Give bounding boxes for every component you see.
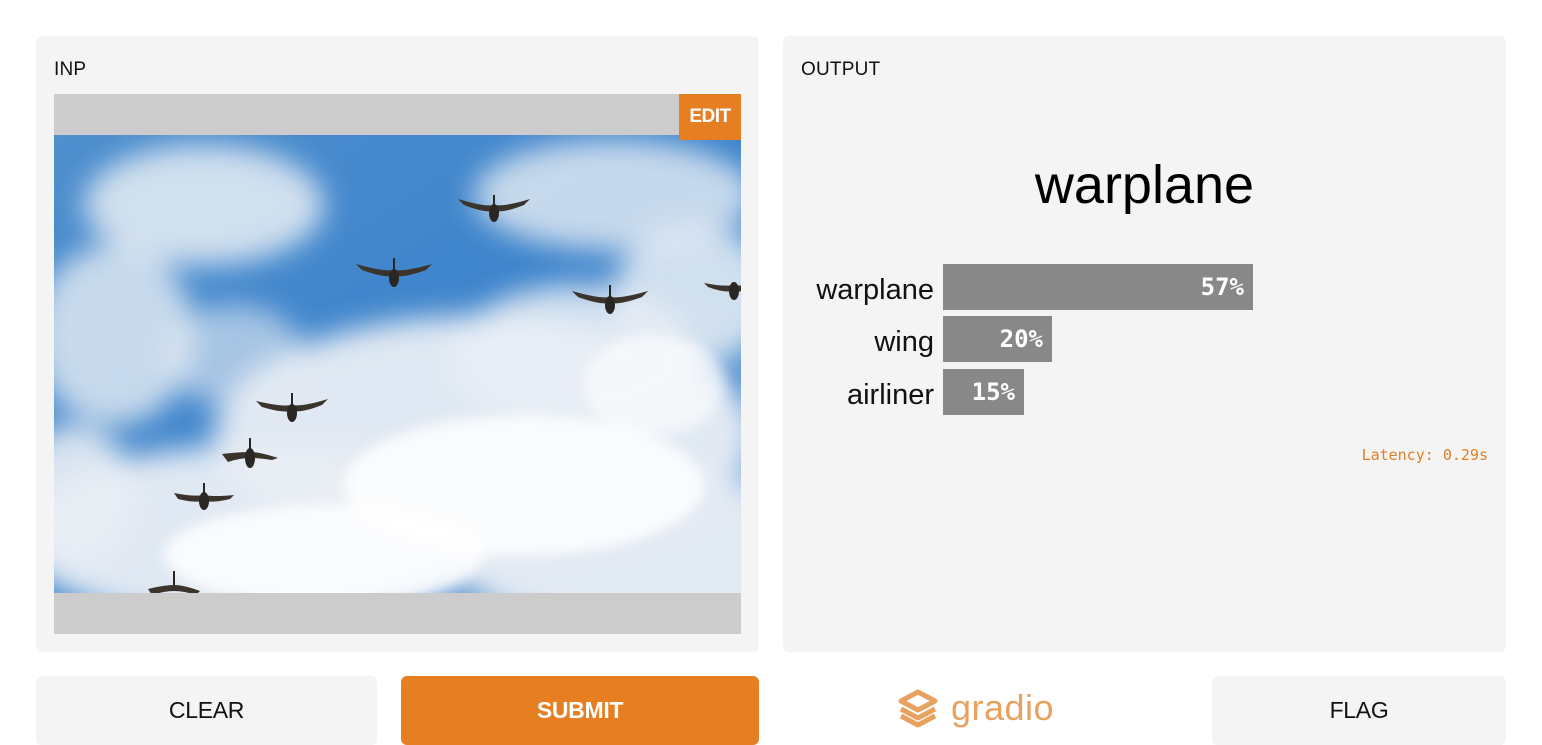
confidence-row: wing 20% xyxy=(783,316,1506,362)
confidence-percent: 15% xyxy=(971,378,1015,406)
confidence-label: warplane xyxy=(816,274,934,306)
clear-button[interactable]: CLEAR xyxy=(36,676,377,745)
output-panel: OUTPUT warplane warplane 57% wing 20% ai… xyxy=(783,36,1506,652)
image-input[interactable]: EDIT xyxy=(54,94,741,634)
confidence-row: airliner 15% xyxy=(783,369,1506,415)
confidence-bar: 20% xyxy=(943,316,1052,362)
confidence-percent: 57% xyxy=(1200,273,1244,301)
edit-button[interactable]: EDIT xyxy=(679,94,741,140)
uploaded-image xyxy=(54,135,741,593)
gradio-logo-icon xyxy=(898,689,938,728)
submit-button[interactable]: SUBMIT xyxy=(401,676,759,745)
confidence-bar: 15% xyxy=(943,369,1024,415)
confidence-percent: 20% xyxy=(999,325,1043,353)
flag-button[interactable]: FLAG xyxy=(1212,676,1506,745)
confidence-label: wing xyxy=(874,326,934,358)
predicted-label: warplane xyxy=(1034,155,1255,215)
output-label: OUTPUT xyxy=(801,59,881,80)
confidence-row: warplane 57% xyxy=(783,264,1506,310)
input-label: INP xyxy=(54,59,87,80)
confidence-bar: 57% xyxy=(943,264,1253,310)
gradio-wordmark: gradio xyxy=(951,687,1055,728)
latency-text: Latency: 0.29s xyxy=(1361,446,1488,464)
confidence-label: airliner xyxy=(846,379,934,411)
input-panel: INP EDIT xyxy=(36,36,759,652)
gradio-brand: gradio xyxy=(895,684,1054,732)
